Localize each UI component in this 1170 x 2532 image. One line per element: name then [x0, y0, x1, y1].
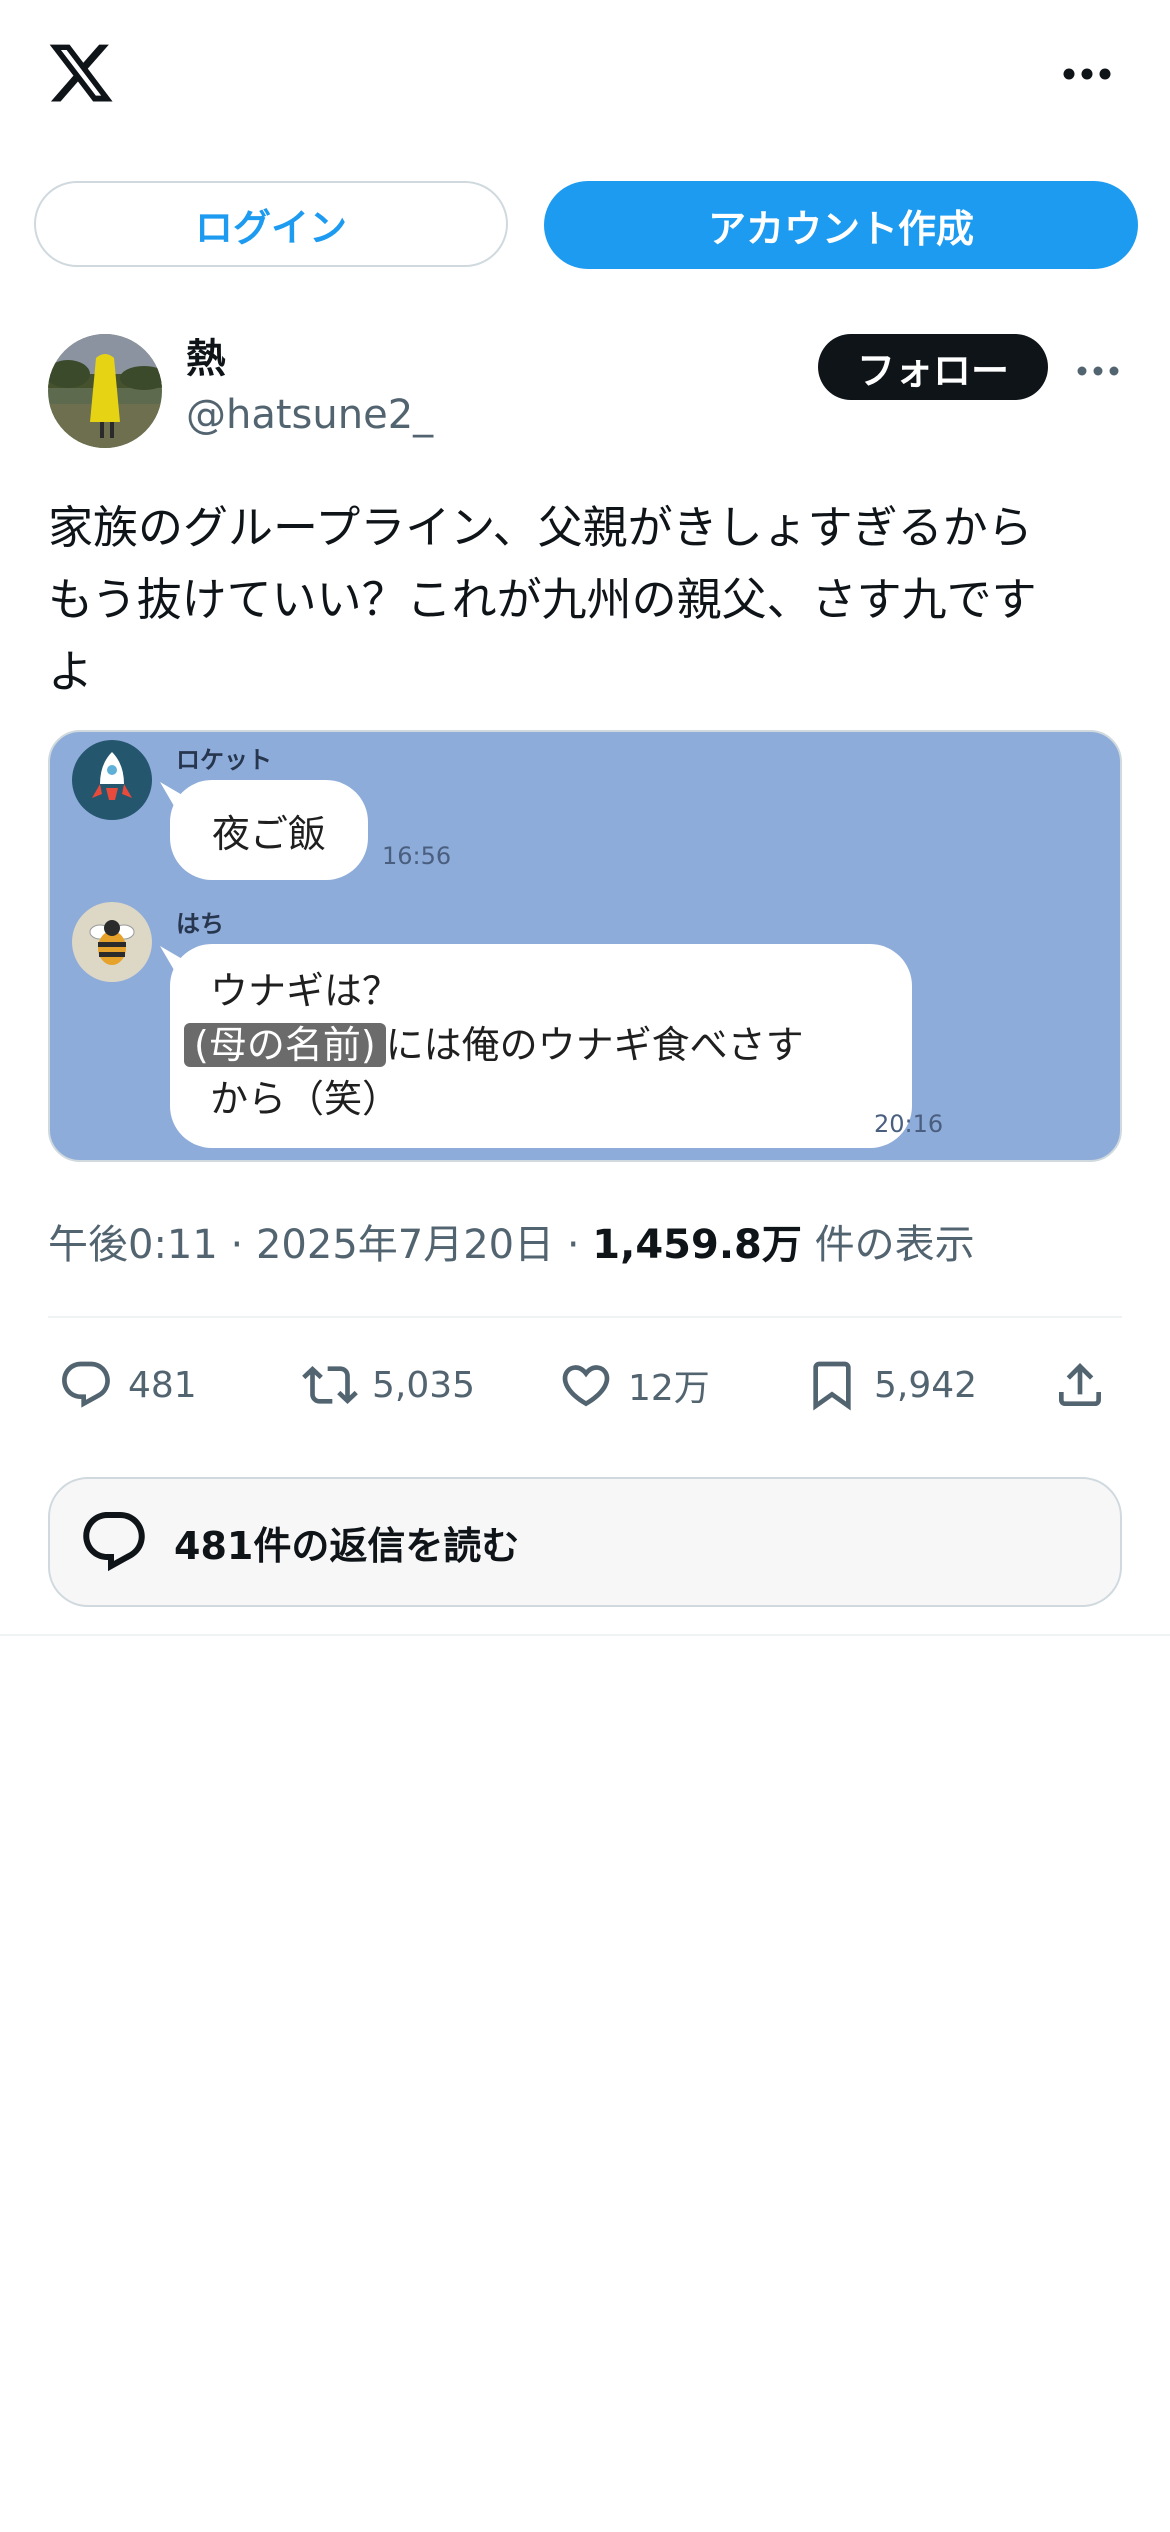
view-count-label: 件の表示 [814, 1222, 975, 1268]
chat-message-text: 夜ご飯 [211, 811, 326, 856]
chat-time: 20:16 [874, 1110, 944, 1138]
meta-separator: · [230, 1222, 244, 1268]
reply-icon [62, 1361, 110, 1408]
avatar[interactable] [48, 334, 162, 448]
more-options-icon[interactable] [1076, 362, 1120, 376]
more-options-icon[interactable] [1062, 66, 1112, 80]
reply-button[interactable]: 481 [58, 1355, 197, 1415]
x-logo-icon[interactable] [46, 38, 116, 108]
chat-sender-name: ロケット [176, 746, 272, 774]
chat-message-line: ウナギは？ [210, 969, 401, 1013]
bookmark-count: 5,942 [874, 1364, 978, 1406]
chat-bubble: 夜ご飯 [170, 780, 368, 880]
meta-separator: · [566, 1222, 580, 1268]
read-replies-button[interactable]: 481件の返信を読む [48, 1477, 1122, 1607]
rocket-avatar [72, 740, 152, 820]
heart-icon [562, 1365, 610, 1407]
chat-bubble: ウナギは？ (母の名前) には俺のウナギ食べさす から（笑） [170, 944, 912, 1148]
chat-time: 16:56 [382, 842, 452, 870]
like-button[interactable]: 12万 [558, 1355, 710, 1415]
bee-avatar [72, 902, 152, 982]
repost-icon [302, 1366, 358, 1404]
divider [0, 1634, 1170, 1636]
author-handle[interactable]: @hatsune2_ [186, 392, 433, 438]
share-button[interactable] [1052, 1355, 1108, 1415]
chat-message-text: には俺のウナギ食べさす [385, 1023, 804, 1067]
reply-count: 481 [128, 1364, 197, 1406]
chat-message-line: (母の名前) には俺のウナギ食べさす [184, 1018, 912, 1072]
share-icon [1059, 1363, 1101, 1406]
bookmark-icon [813, 1361, 851, 1411]
repost-count: 5,035 [372, 1364, 476, 1406]
tweet-image[interactable]: ロケット 夜ご飯 16:56 はち ウナギは？ (母の名前) には俺のウナギ食べさ… [48, 730, 1122, 1162]
tweet-date[interactable]: 2025年7月20日 [256, 1222, 554, 1268]
read-replies-label: 481件の返信を読む [174, 1523, 520, 1568]
create-account-button[interactable]: アカウント作成 [544, 181, 1138, 269]
tweet-text: 家族のグループライン、父親がきしょすぎるから もう抜けていい？これが九州の親父、… [48, 501, 1037, 698]
tweet-meta: 午後0:11 · 2025年7月20日 · 1,459.8万 件の表示 [48, 1212, 975, 1270]
reply-icon [83, 1512, 145, 1572]
redacted-name-label: (母の名前) [184, 1023, 386, 1067]
bookmark-button[interactable]: 5,942 [804, 1355, 977, 1415]
view-count: 1,459.8万 [592, 1222, 802, 1268]
like-count: 12万 [628, 1368, 710, 1409]
chat-message-line: から（笑） [210, 1077, 401, 1121]
follow-button[interactable]: フォロー [818, 334, 1048, 400]
chat-sender-name: はち [176, 910, 224, 938]
login-button[interactable]: ログイン [34, 181, 508, 267]
divider [48, 1316, 1122, 1318]
author-name[interactable]: 熱 [186, 326, 226, 384]
tweet-time[interactable]: 午後0:11 [48, 1222, 218, 1268]
repost-button[interactable]: 5,035 [302, 1355, 475, 1415]
